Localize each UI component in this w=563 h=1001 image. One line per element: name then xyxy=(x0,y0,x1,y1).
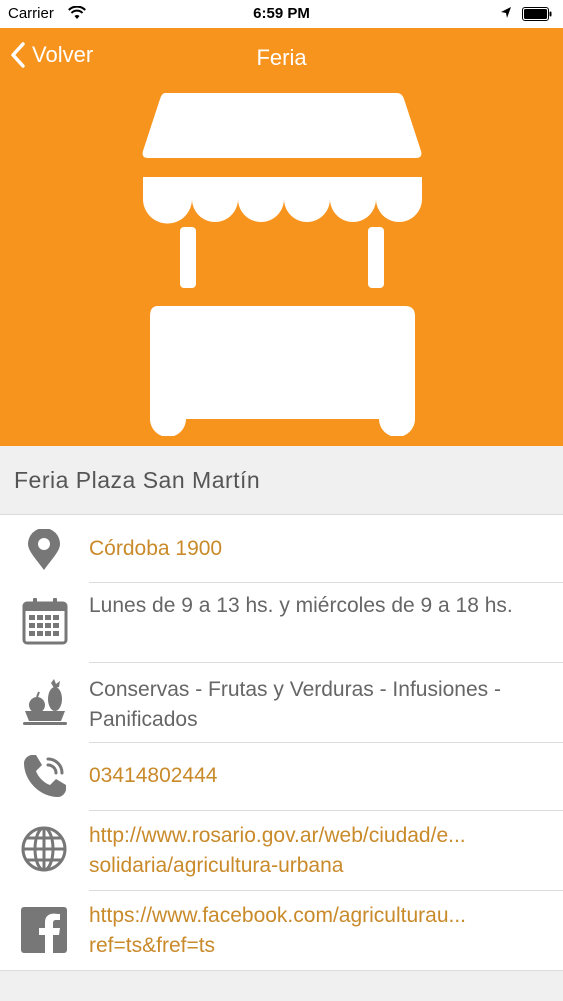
website-row[interactable]: http://www.rosario.gov.ar/web/ciudad/e..… xyxy=(0,811,563,890)
address-text: Córdoba 1900 xyxy=(89,537,223,560)
fruit-basket-icon xyxy=(23,679,67,725)
back-label: Volver xyxy=(32,42,94,67)
website-link[interactable]: http://www.rosario.gov.ar/web/ciudad/e..… xyxy=(89,821,541,881)
clock: 6:59 PM xyxy=(253,5,310,22)
facebook-row[interactable]: https://www.facebook.com/agriculturau...… xyxy=(0,891,563,970)
market-stall-icon xyxy=(142,93,422,436)
phone-row[interactable]: 03414802444 xyxy=(0,743,563,810)
facebook-url-line-1: https://www.facebook.com/agriculturau... xyxy=(89,904,467,927)
products-text: Conservas - Frutas y Verduras - Infusion… xyxy=(89,678,501,731)
status-bar: Carrier 6:59 PM xyxy=(0,0,563,28)
website-url-line-1: http://www.rosario.gov.ar/web/ciudad/e..… xyxy=(89,824,466,847)
location-arrow-icon xyxy=(501,7,511,18)
bottom-padding xyxy=(0,970,563,1001)
venue-name: Feria Plaza San Martín xyxy=(14,467,261,493)
website-url-line-2: solidaria/agricultura-urbana xyxy=(89,854,344,877)
hours-text: Lunes de 9 a 13 hs. y miércoles de 9 a 1… xyxy=(89,594,513,617)
globe-icon xyxy=(21,826,67,872)
facebook-icon xyxy=(21,907,67,953)
facebook-link[interactable]: https://www.facebook.com/agriculturau...… xyxy=(89,901,541,961)
phone-link[interactable]: 03414802444 xyxy=(89,761,541,791)
products-row: Conservas - Frutas y Verduras - Infusion… xyxy=(0,663,563,742)
phone-icon xyxy=(24,755,66,797)
battery-icon xyxy=(522,7,552,21)
address-row[interactable]: Córdoba 1900 xyxy=(0,515,563,582)
hero-header: Volver Feria xyxy=(0,28,563,446)
map-pin-icon xyxy=(28,529,60,570)
details-list: Córdoba 1900 Lunes de 9 a 13 hs. y miérc… xyxy=(0,515,563,970)
chevron-left-icon xyxy=(11,42,25,68)
venue-name-band: Feria Plaza San Martín xyxy=(0,446,563,515)
hours-row: Lunes de 9 a 13 hs. y miércoles de 9 a 1… xyxy=(0,583,563,662)
calendar-icon xyxy=(22,598,68,645)
back-button[interactable]: Volver xyxy=(10,42,93,68)
facebook-url-line-2: ref=ts&fref=ts xyxy=(89,934,216,957)
